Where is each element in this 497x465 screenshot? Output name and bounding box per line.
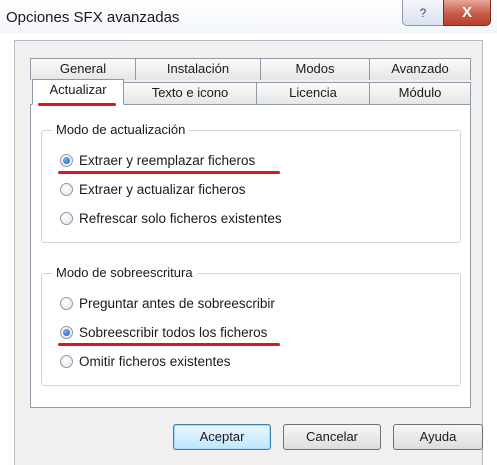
radio-overwrite-all[interactable]: Sobreescribir todos los ficheros bbox=[60, 325, 267, 340]
option-label: Preguntar antes de sobreescribir bbox=[79, 296, 275, 311]
tab-instalacion[interactable]: Instalación bbox=[135, 58, 261, 80]
tab-annotation-underline bbox=[38, 103, 116, 106]
tab-modos[interactable]: Modos bbox=[260, 58, 370, 80]
option-label: Omitir ficheros existentes bbox=[79, 354, 231, 369]
title-bar: Opciones SFX avanzadas ? X bbox=[0, 0, 497, 34]
tab-texto-e-icono[interactable]: Texto e icono bbox=[123, 82, 257, 104]
close-button[interactable]: X bbox=[443, 0, 491, 26]
radio-ask-before-overwrite[interactable]: Preguntar antes de sobreescribir bbox=[60, 296, 275, 311]
option-label: Sobreescribir todos los ficheros bbox=[79, 325, 268, 340]
tab-general[interactable]: General bbox=[30, 58, 136, 80]
tab-avanzado[interactable]: Avanzado bbox=[369, 58, 471, 80]
window-title: Opciones SFX avanzadas bbox=[6, 9, 180, 26]
overwrite-mode-group: Modo de sobreescritura Preguntar antes d… bbox=[41, 265, 461, 386]
radio-icon bbox=[60, 355, 73, 368]
radio-icon bbox=[60, 212, 73, 225]
dialog-window: Opciones SFX avanzadas ? X General Insta… bbox=[0, 0, 497, 465]
radio-icon-selected bbox=[60, 154, 73, 167]
radio-extract-update[interactable]: Extraer y actualizar ficheros bbox=[60, 182, 246, 197]
help-button[interactable]: Ayuda bbox=[393, 424, 483, 450]
option-label: Extraer y actualizar ficheros bbox=[79, 182, 246, 197]
radio-icon-selected bbox=[60, 326, 73, 339]
annotation-underline bbox=[58, 343, 280, 346]
cancel-button[interactable]: Cancelar bbox=[283, 424, 381, 450]
close-icon: X bbox=[461, 4, 472, 21]
question-icon: ? bbox=[419, 5, 427, 20]
radio-icon bbox=[60, 183, 73, 196]
tab-actualizar[interactable]: Actualizar bbox=[32, 79, 124, 105]
radio-extract-replace[interactable]: Extraer y reemplazar ficheros bbox=[60, 153, 255, 168]
accept-button[interactable]: Aceptar bbox=[173, 424, 271, 450]
radio-icon bbox=[60, 297, 73, 310]
help-caption-button[interactable]: ? bbox=[402, 0, 444, 26]
overwrite-mode-title: Modo de sobreescritura bbox=[52, 265, 197, 280]
update-mode-group: Modo de actualización Extraer y reemplaz… bbox=[41, 122, 461, 243]
radio-skip-existing[interactable]: Omitir ficheros existentes bbox=[60, 354, 231, 369]
update-mode-title: Modo de actualización bbox=[52, 122, 190, 137]
tab-modulo[interactable]: Módulo bbox=[369, 82, 471, 104]
tab-panel: Modo de actualización Extraer y reemplaz… bbox=[30, 104, 471, 408]
radio-refresh-existing[interactable]: Refrescar solo ficheros existentes bbox=[60, 211, 282, 226]
tab-licencia[interactable]: Licencia bbox=[256, 82, 370, 104]
option-label: Refrescar solo ficheros existentes bbox=[79, 211, 282, 226]
annotation-underline bbox=[58, 171, 280, 174]
option-label: Extraer y reemplazar ficheros bbox=[79, 153, 256, 168]
